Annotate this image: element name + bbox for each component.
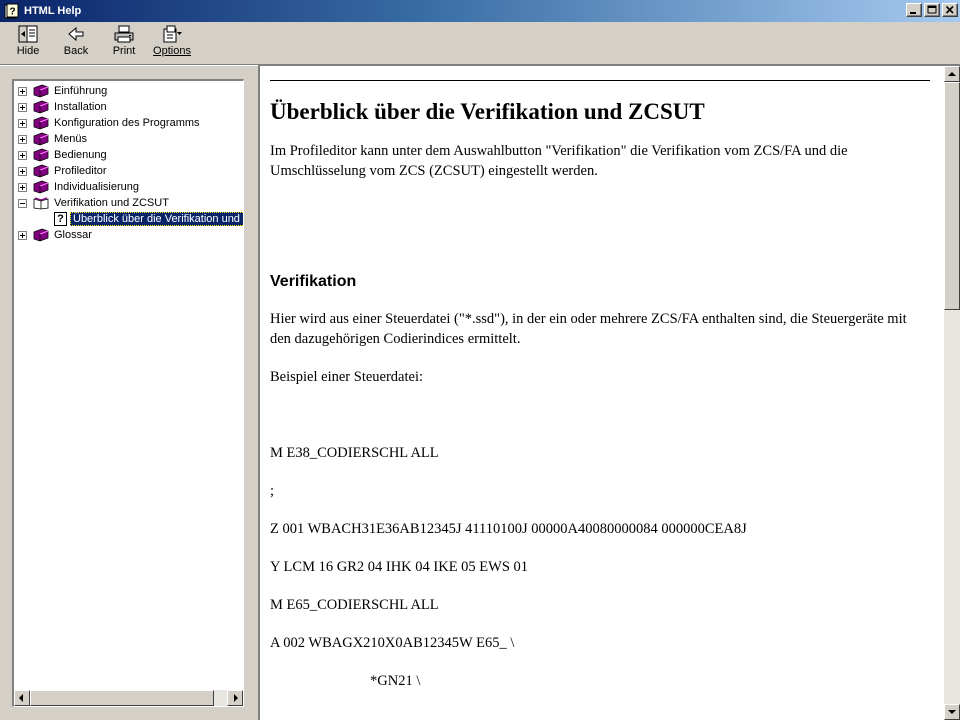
horizontal-rule: [270, 80, 930, 81]
expand-icon[interactable]: [18, 230, 27, 240]
arrow-up-icon: [948, 72, 956, 76]
options-button[interactable]: Options: [148, 22, 196, 62]
tree-item-verifikation[interactable]: Verifikation und ZCSUT: [18, 195, 243, 211]
hide-pane-icon: [17, 24, 39, 44]
hide-label: Hide: [16, 45, 40, 57]
topic-content-pane[interactable]: Überblick über die Verifikation und ZCSU…: [258, 64, 960, 720]
printer-icon: [113, 24, 135, 44]
scroll-up-button[interactable]: [944, 66, 960, 82]
code-line: Z 001 WBACH31E36AB12345J 41110100J 00000…: [270, 521, 747, 537]
close-icon: [945, 5, 954, 14]
expand-icon[interactable]: [18, 118, 27, 128]
expand-icon[interactable]: [18, 166, 27, 176]
code-line: ;: [270, 483, 275, 499]
back-button[interactable]: Back: [52, 22, 100, 62]
close-button[interactable]: [942, 3, 958, 17]
scroll-down-button[interactable]: [944, 704, 960, 720]
expand-icon[interactable]: [18, 134, 27, 144]
window-title: HTML Help: [24, 5, 82, 17]
pane-splitter[interactable]: [250, 66, 256, 720]
contents-tree: Einführung Installation Konfiguration de…: [18, 83, 243, 243]
tree-item-installation[interactable]: Installation: [18, 99, 243, 115]
title-bar[interactable]: ? HTML Help: [0, 0, 960, 22]
expand-icon[interactable]: [18, 102, 27, 112]
toolbar: Hide Back Print Options: [0, 22, 960, 64]
expand-icon[interactable]: [18, 86, 27, 96]
tree-item-konfiguration[interactable]: Konfiguration des Programms: [18, 115, 243, 131]
closed-book-icon: [33, 84, 49, 98]
code-line: *GN21 \: [370, 673, 421, 689]
tree-item-profileditor[interactable]: Profileditor: [18, 163, 243, 179]
intro-paragraph: Im Profileditor kann unter dem Auswahlbu…: [270, 143, 848, 179]
expand-icon[interactable]: [18, 150, 27, 160]
tree-item-ueberblick[interactable]: ? Überblick über die Verifikation und ZC…: [18, 211, 243, 227]
tree-item-label: Individualisierung: [54, 181, 139, 193]
tree-item-label: Einführung: [54, 85, 108, 97]
content-vertical-scrollbar[interactable]: [944, 66, 960, 720]
arrow-down-icon: [948, 710, 956, 714]
contents-tree-pane[interactable]: Einführung Installation Konfiguration de…: [12, 79, 244, 707]
tree-item-label: Verifikation und ZCSUT: [54, 197, 169, 209]
topic-content: Überblick über die Verifikation und ZCSU…: [270, 80, 930, 709]
tree-item-glossar[interactable]: Glossar: [18, 227, 243, 243]
closed-book-icon: [33, 116, 49, 130]
topic-title: Überblick über die Verifikation und ZCSU…: [270, 99, 705, 124]
options-icon: [161, 24, 183, 44]
minimize-icon: [910, 12, 916, 14]
back-arrow-icon: [65, 24, 87, 44]
scroll-right-button[interactable]: [227, 690, 243, 706]
svg-text:?: ?: [10, 7, 16, 18]
maximize-button[interactable]: [924, 3, 940, 17]
code-line: Y LCM 16 GR2 04 IHK 04 IKE 05 EWS 01: [270, 559, 529, 575]
section-heading: Verifikation: [270, 273, 357, 290]
tree-item-bedienung[interactable]: Bedienung: [18, 147, 243, 163]
tree-item-label: Menüs: [54, 133, 88, 145]
closed-book-icon: [33, 180, 49, 194]
scroll-left-button[interactable]: [14, 690, 30, 706]
closed-book-icon: [33, 100, 49, 114]
code-line: A 002 WBAGX210X0AB12345W E65_ \: [270, 635, 515, 651]
tree-item-menues[interactable]: Menüs: [18, 131, 243, 147]
open-book-icon: [33, 197, 49, 210]
tree-item-label: Bedienung: [54, 149, 107, 161]
hide-button[interactable]: Hide: [4, 22, 52, 62]
scroll-track[interactable]: [214, 690, 227, 706]
tree-item-label: Profileditor: [54, 165, 107, 177]
section-paragraph: Hier wird aus einer Steuerdatei ("*.ssd"…: [270, 311, 907, 347]
scroll-thumb[interactable]: [944, 82, 960, 310]
arrow-right-icon: [234, 694, 238, 702]
print-label: Print: [112, 45, 136, 57]
tree-item-label: Installation: [54, 101, 107, 113]
minimize-button[interactable]: [906, 3, 922, 17]
tree-item-einfuehrung[interactable]: Einführung: [18, 83, 243, 99]
maximize-icon: [927, 5, 937, 14]
help-page-icon: ?: [54, 212, 67, 226]
tree-item-individualisierung[interactable]: Individualisierung: [18, 179, 243, 195]
scroll-thumb[interactable]: [30, 690, 214, 706]
closed-book-icon: [33, 148, 49, 162]
back-label: Back: [63, 45, 89, 57]
expand-icon[interactable]: [18, 182, 27, 192]
options-label: Options: [153, 45, 191, 57]
example-label: Beispiel einer Steuerdatei:: [270, 369, 424, 385]
closed-book-icon: [33, 132, 49, 146]
closed-book-icon: [33, 164, 49, 178]
help-app-icon: ?: [4, 3, 20, 19]
tree-item-label: Konfiguration des Programms: [54, 117, 200, 129]
tree-item-label: Glossar: [54, 229, 92, 241]
tree-item-label-selected: Überblick über die Verifikation und ZCSU…: [70, 212, 243, 226]
collapse-icon[interactable]: [18, 198, 27, 208]
print-button[interactable]: Print: [100, 22, 148, 62]
closed-book-icon: [33, 228, 49, 242]
code-line: M E65_CODIERSCHL ALL: [270, 597, 439, 613]
tree-horizontal-scrollbar[interactable]: [14, 690, 243, 706]
arrow-left-icon: [19, 694, 23, 702]
code-line: M E38_CODIERSCHL ALL: [270, 445, 439, 461]
